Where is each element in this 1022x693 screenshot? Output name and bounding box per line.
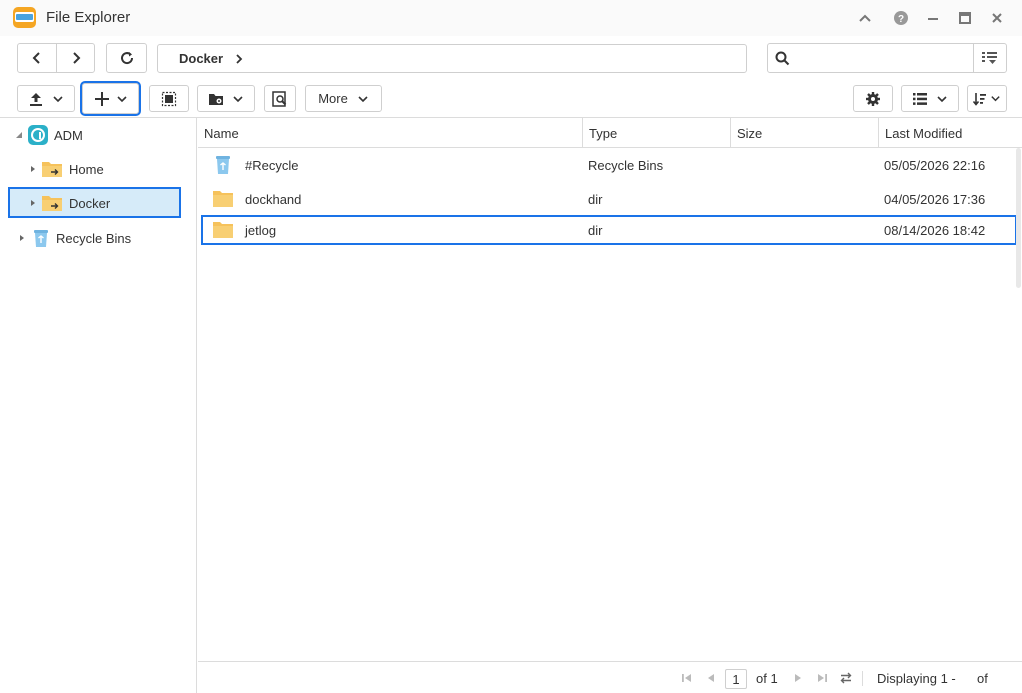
- chevron-down-icon: [937, 95, 947, 102]
- sort-icon: [973, 92, 986, 106]
- column-header-row: Name Type Size Last Modified: [198, 118, 1022, 148]
- recycle-bin-icon: [216, 156, 230, 174]
- file-type: dir: [588, 191, 603, 207]
- adm-logo-icon: [28, 125, 48, 145]
- prev-page-icon[interactable]: [704, 671, 718, 685]
- window-title: File Explorer: [46, 9, 131, 26]
- chevron-down-icon: [53, 95, 63, 102]
- chevron-right-icon: [72, 52, 80, 64]
- page-count: of 1: [756, 671, 778, 686]
- sort-button[interactable]: [967, 85, 1007, 112]
- file-name: jetlog: [245, 222, 277, 238]
- file-search-icon: [272, 90, 287, 107]
- tree-label-docker: Docker: [69, 195, 111, 211]
- more-button[interactable]: More: [305, 85, 382, 112]
- maximize-icon[interactable]: [957, 10, 973, 26]
- file-type: dir: [588, 222, 603, 238]
- forward-button[interactable]: [56, 44, 94, 72]
- breadcrumb[interactable]: Docker: [157, 44, 747, 73]
- refresh-list-icon[interactable]: [839, 671, 853, 685]
- file-explorer-window: File Explorer ? Docker More ADM Home Doc…: [0, 0, 1022, 693]
- filter-list-icon: [981, 52, 997, 64]
- list-view-icon: [913, 92, 927, 105]
- tree-node-adm[interactable]: ADM: [14, 120, 83, 150]
- help-icon[interactable]: ?: [893, 10, 909, 26]
- search-options-button[interactable]: [972, 44, 1006, 72]
- column-type[interactable]: Type: [582, 118, 730, 148]
- displaying-total: of: [977, 671, 988, 686]
- folder-icon: [213, 222, 233, 238]
- file-name: dockhand: [245, 191, 302, 207]
- file-modified: 05/05/2026 22:16: [884, 157, 986, 173]
- next-page-icon[interactable]: [791, 671, 805, 685]
- more-label: More: [318, 91, 348, 106]
- first-page-icon[interactable]: [680, 671, 694, 685]
- recycle-bin-icon: [34, 230, 48, 247]
- last-page-icon[interactable]: [815, 671, 829, 685]
- folder-icon: [213, 191, 233, 207]
- caret-down-icon[interactable]: [14, 131, 24, 139]
- page-number-input[interactable]: 1: [725, 669, 747, 689]
- search-box: [767, 43, 1007, 73]
- tree-node-recycle-bins[interactable]: Recycle Bins: [17, 223, 131, 253]
- select-all-icon: [161, 91, 177, 106]
- table-row[interactable]: dockhand dir 04/05/2026 17:36: [198, 184, 1018, 214]
- title-bar: File Explorer ?: [0, 0, 1022, 36]
- settings-button[interactable]: [853, 85, 893, 112]
- view-mode-button[interactable]: [901, 85, 959, 112]
- file-modified: 04/05/2026 17:36: [884, 191, 986, 207]
- upload-icon: [30, 92, 42, 106]
- collapse-icon[interactable]: [857, 10, 873, 26]
- tree-label-adm: ADM: [54, 127, 83, 143]
- upload-button[interactable]: [17, 85, 75, 112]
- caret-right-icon[interactable]: [28, 199, 38, 207]
- search-icon: [768, 44, 797, 72]
- file-list: Name Type Size Last Modified #Recycle Re…: [198, 118, 1022, 661]
- folder-settings-icon: [209, 93, 223, 105]
- tree-node-docker[interactable]: Docker: [28, 188, 110, 218]
- search-input[interactable]: [796, 44, 973, 72]
- column-size[interactable]: Size: [730, 118, 878, 148]
- table-row[interactable]: #Recycle Recycle Bins 05/05/2026 22:16: [198, 150, 1018, 180]
- caret-right-icon[interactable]: [17, 234, 27, 242]
- vertical-scrollbar[interactable]: [1016, 148, 1021, 288]
- folder-tree: ADM Home Docker Recycle Bins: [0, 118, 197, 693]
- file-modified: 08/14/2026 18:42: [884, 222, 986, 238]
- plus-icon: [94, 91, 109, 106]
- breadcrumb-segment[interactable]: Docker: [179, 51, 223, 66]
- manage-button[interactable]: [197, 85, 255, 112]
- new-button[interactable]: [80, 81, 141, 116]
- file-explorer-app-icon: [13, 7, 36, 28]
- pagination-bar: 1 of 1 Displaying 1 - of: [198, 661, 1022, 693]
- find-in-folder-button[interactable]: [264, 85, 296, 112]
- shared-folder-icon: [42, 162, 62, 177]
- chevron-right-icon: [233, 53, 245, 65]
- file-type: Recycle Bins: [588, 157, 664, 173]
- svg-text:?: ?: [898, 14, 904, 25]
- back-button[interactable]: [18, 44, 56, 72]
- refresh-button[interactable]: [106, 43, 147, 73]
- tree-node-home[interactable]: Home: [28, 154, 104, 184]
- tree-label-home: Home: [69, 161, 104, 177]
- history-nav-group: [17, 43, 95, 73]
- refresh-icon: [120, 52, 133, 65]
- chevron-down-icon: [358, 95, 368, 102]
- tree-label-recycle-bins: Recycle Bins: [56, 230, 132, 246]
- gear-icon: [866, 91, 880, 106]
- caret-right-icon[interactable]: [28, 165, 38, 173]
- minimize-icon[interactable]: [925, 10, 941, 26]
- chevron-left-icon: [32, 52, 40, 64]
- close-icon[interactable]: [989, 10, 1005, 26]
- column-last-modified[interactable]: Last Modified: [878, 118, 1022, 148]
- displaying-range: Displaying 1 -: [877, 671, 956, 686]
- footer-divider: [862, 671, 863, 686]
- chevron-down-icon: [233, 95, 243, 102]
- chevron-down-icon: [991, 96, 1000, 102]
- shared-folder-icon: [42, 196, 62, 211]
- file-name: #Recycle: [245, 157, 299, 173]
- column-name[interactable]: Name: [198, 118, 582, 148]
- table-row[interactable]: jetlog dir 08/14/2026 18:42: [201, 215, 1017, 245]
- chevron-down-icon: [116, 95, 127, 102]
- select-all-button[interactable]: [149, 85, 189, 112]
